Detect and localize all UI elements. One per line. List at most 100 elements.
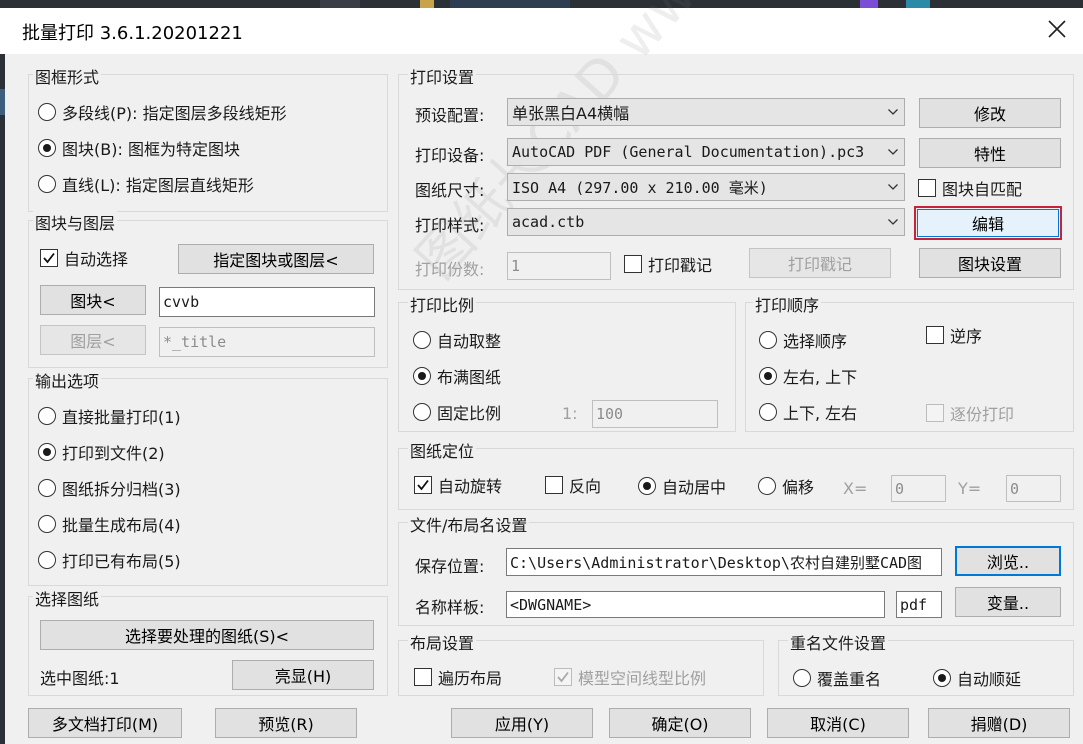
radio-offset[interactable]: 偏移	[758, 474, 814, 498]
scale-label: 打印比例	[408, 292, 477, 316]
name-template-label: 名称样板:	[415, 598, 485, 617]
select-sheets-label: 选择图纸	[33, 586, 102, 610]
paper-size-combo[interactable]: ISO A4 (297.00 x 210.00 毫米)	[507, 173, 905, 201]
y-offset-label: Y=	[958, 479, 982, 498]
style-label: 打印样式:	[415, 216, 485, 235]
traverse-layout-checkbox[interactable]: 遍历布局	[414, 665, 502, 689]
modify-button[interactable]: 修改	[919, 98, 1061, 128]
layer-name-input[interactable]: *_title	[159, 327, 375, 357]
selected-count: 选中图纸:1	[40, 669, 120, 688]
radio-line[interactable]: 直线(L): 指定图层直线矩形	[38, 172, 254, 196]
rename-label: 重名文件设置	[788, 630, 889, 654]
radio-split-archive[interactable]: 图纸拆分归档(3)	[38, 476, 181, 500]
radio-select-order[interactable]: 选择顺序	[759, 328, 847, 352]
layer-pick-button[interactable]: 图层<	[40, 325, 146, 355]
device-label: 打印设备:	[415, 146, 485, 165]
edit-button[interactable]: 编辑	[914, 206, 1062, 240]
save-location-input[interactable]: C:\Users\Administrator\Desktop\农村自建别墅CAD…	[506, 548, 942, 576]
reverse-order-checkbox[interactable]: 逆序	[926, 323, 982, 347]
variables-button[interactable]: 变量..	[955, 587, 1061, 617]
radio-dot	[38, 551, 56, 569]
preview-button[interactable]: 预览(R)	[215, 708, 357, 738]
checkbox-box	[414, 668, 432, 686]
auto-rotate-checkbox[interactable]: 自动旋转	[414, 473, 502, 497]
window-title: 批量打印 3.6.1.20201221	[22, 23, 243, 44]
radio-dot	[38, 515, 56, 533]
stamp-button[interactable]: 打印戳记	[749, 248, 891, 278]
radio-top-bottom[interactable]: 上下, 左右	[759, 400, 857, 424]
auto-select-checkbox[interactable]: 自动选择	[40, 246, 128, 270]
radio-direct-print[interactable]: 直接批量打印(1)	[38, 404, 181, 428]
radio-print-existing-layout[interactable]: 打印已有布局(5)	[38, 548, 181, 572]
preset-label: 预设配置:	[415, 106, 485, 125]
select-sheets-button[interactable]: 选择要处理的图纸(S)<	[40, 620, 374, 650]
highlight-button[interactable]: 亮显(H)	[232, 660, 374, 690]
block-settings-button[interactable]: 图块设置	[919, 248, 1061, 278]
copies-label: 打印份数:	[415, 260, 485, 279]
checkbox-box	[414, 476, 432, 494]
chevron-down-icon	[888, 109, 898, 115]
radio-dot	[413, 403, 431, 421]
print-settings-label: 打印设置	[408, 64, 477, 88]
radio-fit-paper[interactable]: 布满图纸	[413, 364, 501, 388]
radio-polyline[interactable]: 多段线(P): 指定图层多段线矩形	[38, 100, 287, 124]
layout-label: 布局设置	[408, 630, 477, 654]
order-label: 打印顺序	[753, 292, 822, 316]
radio-dot	[793, 669, 811, 687]
radio-dot	[413, 367, 431, 385]
browse-button[interactable]: 浏览..	[955, 546, 1061, 576]
checkbox-box	[918, 179, 936, 197]
radio-auto-center[interactable]: 自动居中	[638, 474, 726, 498]
radio-auto-round[interactable]: 自动取整	[413, 328, 501, 352]
assign-block-layer-button[interactable]: 指定图块或图层<	[178, 244, 374, 274]
radio-block[interactable]: 图块(B): 图框为特定图块	[38, 136, 240, 160]
ok-button[interactable]: 确定(O)	[609, 708, 751, 738]
ratio-prefix: 1:	[562, 404, 578, 423]
chevron-down-icon	[888, 184, 898, 190]
collate-checkbox[interactable]: 逐份打印	[926, 401, 1014, 425]
chevron-down-icon	[888, 149, 898, 155]
y-offset-input[interactable]: 0	[1006, 475, 1061, 502]
plot-style-combo[interactable]: acad.ctb	[507, 208, 905, 236]
radio-dot	[638, 477, 656, 495]
radio-dot	[38, 443, 56, 461]
radio-dot	[38, 407, 56, 425]
radio-dot	[758, 477, 776, 495]
radio-left-right[interactable]: 左右, 上下	[759, 364, 857, 388]
copies-input[interactable]: 1	[507, 252, 611, 280]
background-taskbar-strip	[0, 0, 1083, 8]
close-icon[interactable]	[1042, 14, 1072, 44]
ratio-input[interactable]: 100	[592, 400, 718, 428]
x-offset-input[interactable]: 0	[891, 475, 946, 502]
radio-print-to-file[interactable]: 打印到文件(2)	[38, 440, 165, 464]
radio-dot	[38, 103, 56, 121]
save-location-label: 保存位置:	[415, 557, 485, 576]
reverse-direction-checkbox[interactable]: 反向	[545, 473, 601, 497]
extension-input[interactable]: pdf	[896, 591, 942, 618]
radio-dot	[413, 331, 431, 349]
x-offset-label: X=	[843, 479, 868, 498]
radio-dot	[38, 479, 56, 497]
apply-button[interactable]: 应用(Y)	[451, 708, 593, 738]
device-combo[interactable]: AutoCAD PDF (General Documentation).pc3	[507, 138, 905, 166]
block-pick-button[interactable]: 图块<	[40, 285, 146, 315]
donate-button[interactable]: 捐赠(D)	[928, 708, 1070, 738]
model-linetype-checkbox[interactable]: 模型空间线型比例	[554, 665, 706, 689]
paper-label: 图纸尺寸:	[415, 181, 485, 200]
block-name-input[interactable]: cvvb	[159, 287, 375, 317]
radio-fixed-scale[interactable]: 固定比例	[413, 400, 501, 424]
radio-batch-layout[interactable]: 批量生成布局(4)	[38, 512, 181, 536]
properties-button[interactable]: 特性	[919, 138, 1061, 168]
multi-doc-print-button[interactable]: 多文档打印(M)	[28, 708, 182, 738]
preset-combo[interactable]: 单张黑白A4横幅	[507, 98, 905, 126]
radio-dot	[759, 331, 777, 349]
checkbox-box	[926, 326, 944, 344]
positioning-label: 图纸定位	[408, 438, 477, 462]
radio-overwrite[interactable]: 覆盖重名	[793, 666, 881, 690]
checkbox-box	[926, 404, 944, 422]
stamp-checkbox[interactable]: 打印戳记	[624, 252, 712, 276]
name-template-input[interactable]: <DWGNAME>	[506, 591, 885, 618]
auto-match-checkbox[interactable]: 图块自匹配	[918, 176, 1022, 200]
radio-auto-increment[interactable]: 自动顺延	[933, 666, 1021, 690]
cancel-button[interactable]: 取消(C)	[767, 708, 909, 738]
